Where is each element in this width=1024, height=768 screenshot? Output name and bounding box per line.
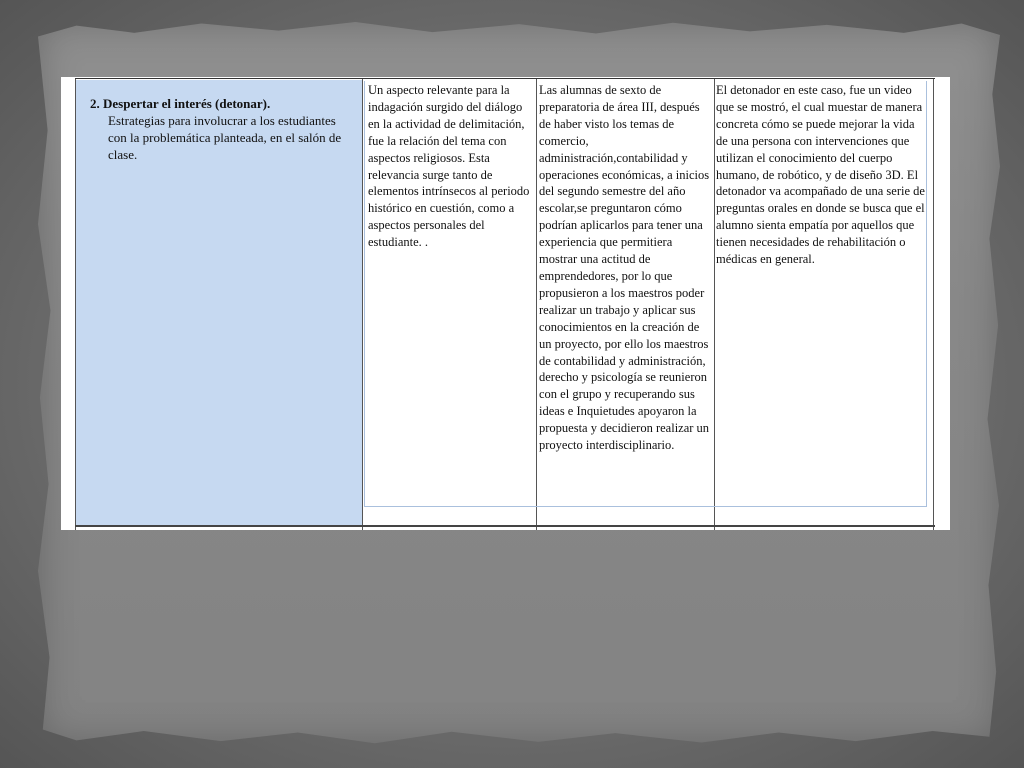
table-border-left xyxy=(75,79,76,530)
document-table: 2. Despertar el interés (detonar). Estra… xyxy=(61,77,950,530)
table-bottom-border xyxy=(75,525,935,527)
criterion-description: Estrategias para involucrar a los estudi… xyxy=(108,113,342,162)
table-border-right xyxy=(933,79,934,530)
column-divider-1 xyxy=(362,79,363,530)
column-divider-2 xyxy=(536,79,537,530)
criterion-cell: 2. Despertar el interés (detonar). Estra… xyxy=(76,80,362,525)
criterion-title: 2. Despertar el interés (detonar). xyxy=(90,96,271,111)
table-cell-3: El detonador en este caso, fue un video … xyxy=(716,83,925,267)
table-cell-1: Un aspecto relevante para la indagación … xyxy=(368,83,530,250)
table-cell-2: Las alumnas de sexto de preparatoria de … xyxy=(539,83,710,453)
column-divider-3 xyxy=(714,79,715,530)
inner-box-bottom xyxy=(364,506,927,507)
table-top-border xyxy=(75,78,935,79)
inner-box-left xyxy=(364,81,365,507)
